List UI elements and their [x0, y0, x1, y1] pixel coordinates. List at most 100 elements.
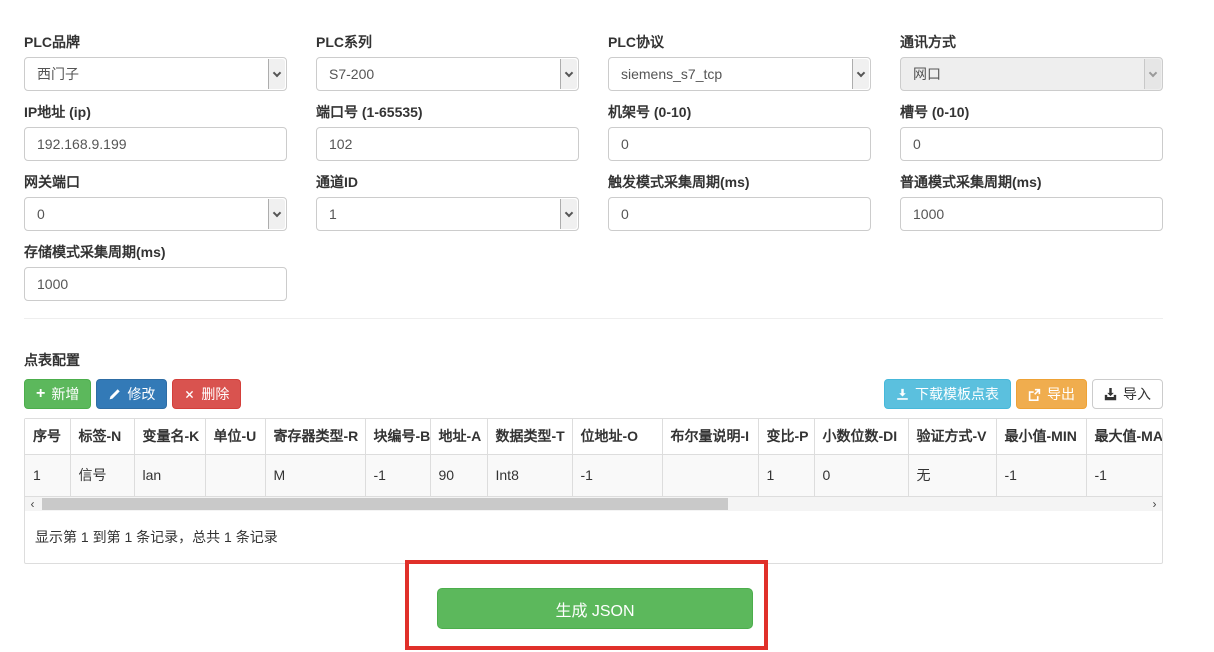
import-button[interactable]: 导入 [1092, 379, 1163, 409]
slot-no-input[interactable] [900, 127, 1163, 161]
normal-cycle-input[interactable] [900, 197, 1163, 231]
gateway-port-value: 0 [37, 204, 45, 224]
storage-cycle-label: 存储模式采集周期(ms) [24, 244, 287, 260]
col-block-no: 块编号-B [365, 419, 430, 455]
normal-cycle-label: 普通模式采集周期(ms) [900, 174, 1163, 190]
cell-verify: 无 [908, 455, 996, 497]
generate-json-button[interactable]: 生成 JSON [437, 588, 753, 629]
download-icon [896, 388, 909, 401]
gateway-port-label: 网关端口 [24, 174, 287, 190]
cell-tag: 信号 [70, 455, 134, 497]
rack-no-input[interactable] [608, 127, 871, 161]
col-min: 最小值-MIN [996, 419, 1086, 455]
field-plc-series: PLC系列 S7-200 [316, 34, 579, 91]
col-data-type: 数据类型-T [487, 419, 572, 455]
col-bit-address: 位地址-O [572, 419, 662, 455]
field-trigger-cycle: 触发模式采集周期(ms) [608, 174, 871, 231]
cell-register-type: M [265, 455, 365, 497]
scroll-left-arrow-icon[interactable]: ‹ [25, 497, 40, 511]
col-bool-desc: 布尔量说明-I [662, 419, 758, 455]
delete-button-label: 删除 [201, 384, 229, 404]
download-template-button[interactable]: 下载模板点表 [884, 379, 1011, 409]
plc-series-label: PLC系列 [316, 34, 579, 50]
plc-brand-label: PLC品牌 [24, 34, 287, 50]
comm-method-label: 通讯方式 [900, 34, 1163, 50]
plc-config-page: PLC品牌 西门子 PLC系列 S7-200 PLC协议 siemens_s7_… [0, 0, 1214, 564]
import-button-label: 导入 [1123, 384, 1151, 404]
import-icon [1104, 388, 1117, 401]
field-ip-address: IP地址 (ip) [24, 104, 287, 161]
field-plc-protocol: PLC协议 siemens_s7_tcp [608, 34, 871, 91]
table-clip-area: 序号 标签-N 变量名-K 单位-U 寄存器类型-R 块编号-B 地址-A 数据… [25, 419, 1162, 497]
scrollbar-track[interactable] [40, 497, 1147, 511]
export-button-label: 导出 [1047, 384, 1075, 404]
col-unit: 单位-U [205, 419, 265, 455]
edit-button[interactable]: 修改 [96, 379, 167, 409]
plc-protocol-select[interactable]: siemens_s7_tcp [608, 57, 871, 91]
channel-id-select[interactable]: 1 [316, 197, 579, 231]
section-divider [24, 318, 1163, 319]
footer-area: 生成 JSON [0, 564, 1214, 652]
delete-button[interactable]: 删除 [172, 379, 241, 409]
scroll-right-arrow-icon[interactable]: › [1147, 497, 1162, 511]
table-header-row: 序号 标签-N 变量名-K 单位-U 寄存器类型-R 块编号-B 地址-A 数据… [25, 419, 1162, 455]
plc-brand-value: 西门子 [37, 64, 79, 84]
plc-protocol-value: siemens_s7_tcp [621, 64, 722, 84]
col-verify: 验证方式-V [908, 419, 996, 455]
col-tag: 标签-N [70, 419, 134, 455]
chevron-down-icon [852, 59, 869, 89]
add-button[interactable]: + 新增 [24, 379, 91, 409]
cell-data-type: Int8 [487, 455, 572, 497]
ip-address-input[interactable] [24, 127, 287, 161]
download-template-label: 下载模板点表 [915, 384, 999, 404]
cell-decimals: 0 [814, 455, 908, 497]
field-channel-id: 通道ID 1 [316, 174, 579, 231]
horizontal-scrollbar[interactable]: ‹ › [25, 497, 1162, 511]
port-label: 端口号 (1-65535) [316, 104, 579, 120]
plc-series-value: S7-200 [329, 64, 374, 84]
cell-bool-desc [662, 455, 758, 497]
channel-id-label: 通道ID [316, 174, 579, 190]
comm-method-value: 网口 [913, 64, 941, 84]
plc-brand-select[interactable]: 西门子 [24, 57, 287, 91]
field-plc-brand: PLC品牌 西门子 [24, 34, 287, 91]
chevron-down-icon [1144, 59, 1161, 89]
plc-config-form: PLC品牌 西门子 PLC系列 S7-200 PLC协议 siemens_s7_… [24, 34, 1163, 314]
export-button[interactable]: 导出 [1016, 379, 1087, 409]
cell-varname: lan [134, 455, 205, 497]
trigger-cycle-input[interactable] [608, 197, 871, 231]
add-button-label: 新增 [51, 384, 79, 404]
scrollbar-thumb[interactable] [42, 498, 728, 510]
field-slot-no: 槽号 (0-10) [900, 104, 1163, 161]
field-storage-cycle: 存储模式采集周期(ms) [24, 244, 287, 301]
col-register-type: 寄存器类型-R [265, 419, 365, 455]
cell-unit [205, 455, 265, 497]
col-address: 地址-A [430, 419, 487, 455]
col-varname: 变量名-K [134, 419, 205, 455]
edit-button-label: 修改 [127, 384, 155, 404]
point-table-title: 点表配置 [24, 352, 1163, 368]
field-comm-method: 通讯方式 网口 [900, 34, 1163, 91]
field-rack-no: 机架号 (0-10) [608, 104, 871, 161]
chevron-down-icon [268, 59, 285, 89]
chevron-down-icon [560, 199, 577, 229]
point-table-toolbar: + 新增 修改 删除 下载模板点表 导出 [24, 379, 1163, 409]
table-row[interactable]: 1 信号 lan M -1 90 Int8 -1 1 0 无 -1 [25, 455, 1162, 497]
cell-block-no: -1 [365, 455, 430, 497]
col-max: 最大值-MAX [1086, 419, 1162, 455]
plc-series-select[interactable]: S7-200 [316, 57, 579, 91]
field-gateway-port: 网关端口 0 [24, 174, 287, 231]
field-normal-cycle: 普通模式采集周期(ms) [900, 174, 1163, 231]
ip-address-label: IP地址 (ip) [24, 104, 287, 120]
gateway-port-select[interactable]: 0 [24, 197, 287, 231]
slot-no-label: 槽号 (0-10) [900, 104, 1163, 120]
col-decimals: 小数位数-DI [814, 419, 908, 455]
cell-index: 1 [25, 455, 70, 497]
cell-max: -1 [1086, 455, 1162, 497]
cell-ratio: 1 [758, 455, 814, 497]
port-input[interactable] [316, 127, 579, 161]
cell-bit-address: -1 [572, 455, 662, 497]
storage-cycle-input[interactable] [24, 267, 287, 301]
plus-icon: + [36, 386, 45, 402]
field-port: 端口号 (1-65535) [316, 104, 579, 161]
